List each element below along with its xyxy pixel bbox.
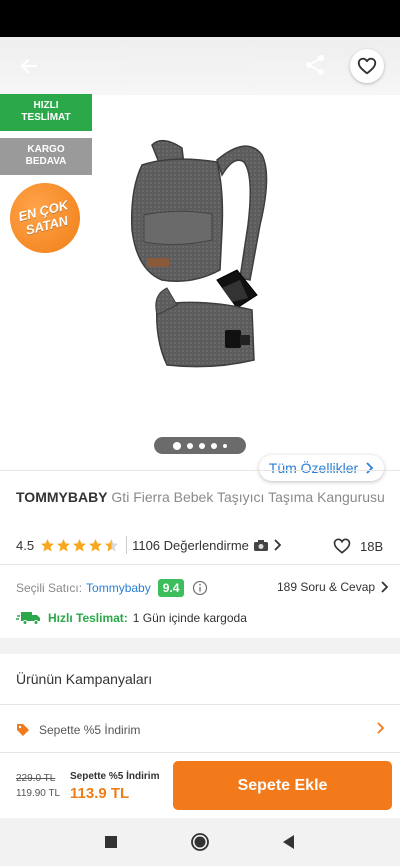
reviews-link[interactable]: 1106 Değerlendirme [132, 538, 281, 553]
rating-score: 4.5 [16, 537, 35, 553]
badge-text: TESLİMAT [21, 112, 71, 123]
all-features-label: Tüm Özellikler [268, 460, 359, 476]
divider [0, 470, 400, 471]
product-name: Gti Fierra Bebek Taşıyıcı Taşıma Kanguru… [111, 489, 385, 505]
final-price: 113.9 TL [70, 785, 130, 802]
free-shipping-badge: KARGO BEDAVA [0, 138, 92, 175]
divider [0, 704, 400, 705]
share-icon [306, 55, 324, 75]
divider [0, 564, 400, 565]
delivery-label: Hızlı Teslimat: [48, 611, 128, 625]
product-image [130, 139, 268, 368]
heart-icon [333, 538, 351, 554]
like-count: 18B [360, 538, 384, 554]
pagination-dot[interactable] [211, 442, 217, 449]
old-price: 229.0 TL [16, 773, 56, 784]
system-nav-bar [0, 818, 400, 866]
rating-row: 4.5 1106 Değerlendirme [16, 535, 386, 555]
circle-icon [191, 833, 209, 851]
home-button[interactable] [190, 832, 210, 852]
divider [126, 536, 128, 554]
chevron-right-icon [381, 581, 389, 593]
add-to-cart-button[interactable]: Sepete Ekle [173, 761, 392, 810]
star-icon [73, 538, 87, 551]
pagination-dot[interactable] [187, 442, 193, 449]
discounted-price: 119.90 TL [16, 788, 61, 799]
seller-label: Seçili Satıcı: [16, 581, 83, 595]
seller-score-badge: 9.4 [157, 579, 185, 597]
favorite-button[interactable] [350, 49, 384, 83]
qa-label: 189 Soru & Cevap [277, 580, 376, 594]
back-nav-button[interactable] [279, 832, 299, 852]
top-bar [0, 37, 400, 95]
recents-button[interactable] [101, 832, 121, 852]
campaigns-title: Ürünün Kampanyaları [16, 671, 153, 687]
delivery-text: 1 Gün içinde kargoda [132, 611, 247, 625]
section-separator [0, 638, 400, 654]
pagination-dot[interactable] [223, 443, 227, 448]
truck-icon [16, 612, 40, 625]
arrow-left-icon [20, 58, 38, 74]
product-brand: TOMMYBABY [16, 489, 108, 505]
like-count-button[interactable]: 18B [332, 536, 383, 556]
badge-text: KARGO [27, 144, 65, 155]
rating-stars [40, 538, 119, 553]
pagination-dot[interactable] [173, 441, 181, 450]
star-icon [105, 538, 119, 551]
star-icon [89, 538, 103, 551]
cart-discount-label: Sepette %5 İndirim [70, 771, 160, 782]
star-icon [57, 538, 71, 551]
tag-icon [17, 724, 29, 736]
info-icon[interactable] [192, 580, 208, 596]
star-icon [41, 538, 55, 551]
pagination-dot[interactable] [199, 442, 205, 449]
badge-text: HIZLI [33, 100, 59, 111]
chevron-right-icon [377, 722, 384, 734]
chevron-right-icon [274, 539, 281, 551]
camera-icon [253, 539, 268, 551]
back-button[interactable] [14, 51, 44, 81]
gallery-pagination[interactable] [154, 437, 246, 454]
triangle-back-icon [283, 835, 294, 849]
review-count: 1106 Değerlendirme [132, 537, 249, 553]
status-bar [0, 0, 400, 37]
badge-text: BEDAVA [25, 156, 67, 167]
campaign-item[interactable]: Sepette %5 İndirim [16, 720, 386, 740]
share-button[interactable] [300, 50, 330, 80]
heart-icon [357, 57, 377, 75]
chevron-right-icon [366, 462, 374, 474]
campaign-label: Sepette %5 İndirim [39, 723, 141, 737]
product-title: TOMMYBABY Gti Fierra Bebek Taşıyıcı Taşı… [16, 488, 386, 506]
all-features-button[interactable]: Tüm Özellikler [259, 455, 384, 481]
fast-delivery-badge: HIZLI TESLİMAT [0, 94, 92, 131]
checkout-bar: 229.0 TL 119.90 TL Sepette %5 İndirim 11… [0, 752, 400, 818]
seller-name-link[interactable]: Tommybaby [86, 581, 151, 595]
delivery-info: Hızlı Teslimat: 1 Gün içinde kargoda [16, 610, 247, 626]
square-icon [105, 836, 117, 848]
questions-answers-link[interactable]: 189 Soru & Cevap [277, 580, 389, 594]
